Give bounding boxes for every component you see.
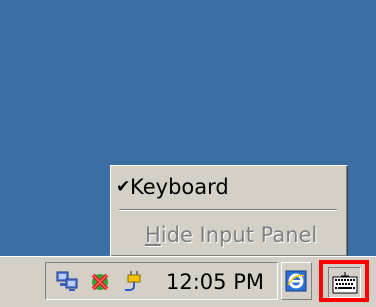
input-panel-button-highlight[interactable] — [319, 260, 369, 302]
menu-item-label: Keyboard — [130, 175, 229, 199]
menu-item-hide-input-panel[interactable]: Hide Input Panel — [111, 218, 347, 252]
accelerator-key: H — [145, 223, 161, 247]
input-panel-button[interactable] — [328, 267, 361, 298]
clock[interactable]: 12:05 PM — [166, 270, 264, 294]
input-method-menu: ✔ Keyboard Hide Input Panel — [110, 165, 348, 257]
checkmark-icon: ✔ — [116, 177, 131, 197]
activesync-icon[interactable] — [88, 270, 112, 292]
power-plug-icon[interactable] — [122, 270, 146, 292]
system-tray: 12:05 PM — [45, 262, 278, 300]
taskbar: 12:05 PM — [0, 256, 376, 307]
network-icon[interactable] — [56, 270, 80, 292]
internet-explorer-button[interactable] — [281, 262, 312, 300]
menu-item-label-rest: ide Input Panel — [160, 223, 318, 247]
menu-item-keyboard[interactable]: ✔ Keyboard — [111, 170, 347, 204]
menu-item-label: Hide Input Panel — [145, 218, 317, 252]
internet-explorer-icon — [285, 270, 307, 296]
menu-separator — [119, 209, 337, 211]
keyboard-icon — [332, 271, 358, 299]
